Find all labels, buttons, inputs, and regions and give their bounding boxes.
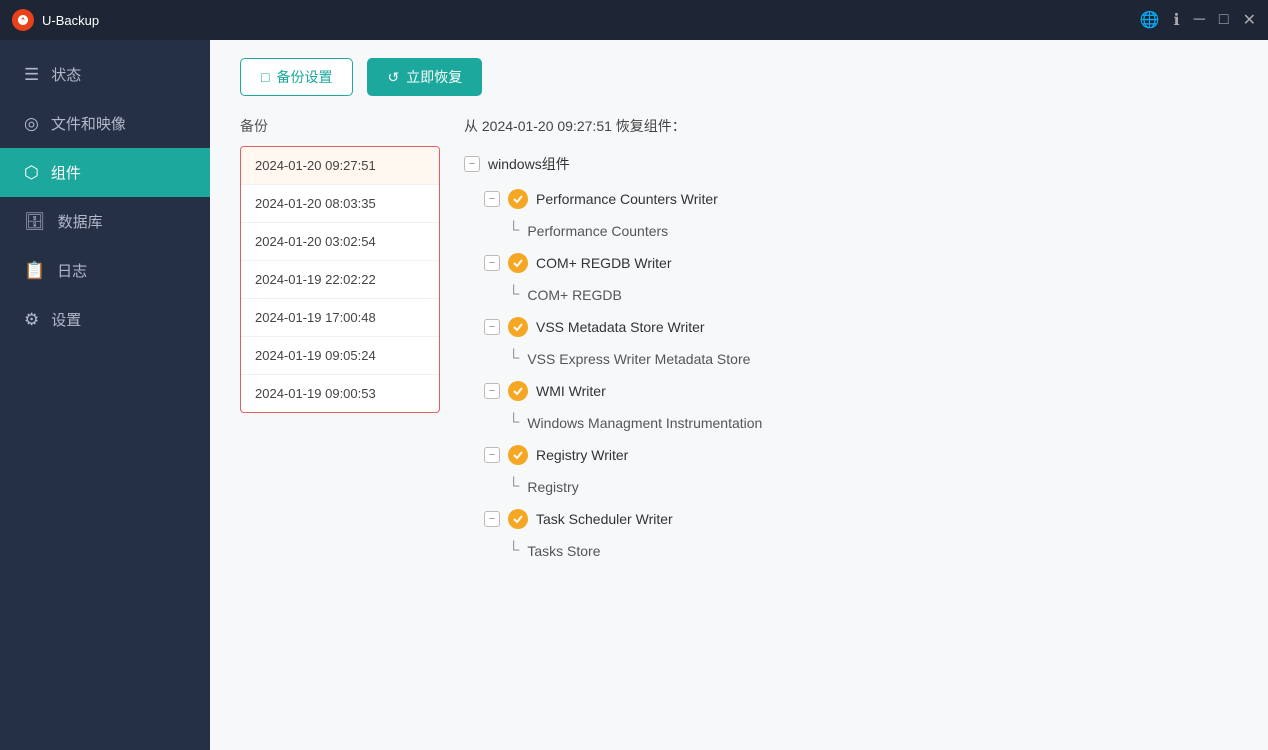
files-icon: ◎ (24, 114, 39, 134)
status-icon: ☰ (24, 65, 39, 85)
sidebar-label-logs: 日志 (57, 260, 87, 281)
l-connector-perf: └ (508, 223, 519, 239)
backup-list: 2024-01-20 09:27:51 2024-01-20 08:03:35 … (240, 146, 440, 413)
registry-label: Registry (527, 479, 578, 495)
wmi-label: Windows Managment Instrumentation (527, 415, 762, 431)
wmi-writer-label: WMI Writer (536, 383, 606, 399)
backup-item-6[interactable]: 2024-01-19 09:00:53 (241, 375, 439, 412)
wmi-writer-check (508, 381, 528, 401)
app-title: U-Backup (42, 13, 1140, 28)
l-connector-wmi: └ (508, 415, 519, 431)
sidebar: ☰ 状态 ◎ 文件和映像 ⬡ 组件 🗄 数据库 📋 日志 ⚙ 设置 (0, 40, 210, 750)
tree-item-perf-counters: └ Performance Counters (464, 216, 1238, 246)
tree-item-complus-writer: − COM+ REGDB Writer (464, 246, 1238, 280)
l-connector-tasks: └ (508, 543, 519, 559)
backup-item-5[interactable]: 2024-01-19 09:05:24 (241, 337, 439, 375)
sidebar-label-database: 数据库 (58, 211, 103, 232)
tree-item-task-writer: − Task Scheduler Writer (464, 502, 1238, 536)
component-pane-header: 从 2024-01-20 09:27:51 恢复组件： (464, 110, 1248, 146)
tree-item-registry-writer: − Registry Writer (464, 438, 1238, 472)
main-content: □ 备份设置 ↺ 立即恢复 备份 2024-01-20 09:27:51 202… (210, 40, 1268, 750)
sidebar-label-files: 文件和映像 (51, 113, 126, 134)
app-body: ☰ 状态 ◎ 文件和映像 ⬡ 组件 🗄 数据库 📋 日志 ⚙ 设置 □ (0, 40, 1268, 750)
window-controls: 🌐 ℹ ─ □ ✕ (1140, 10, 1256, 30)
maximize-icon[interactable]: □ (1219, 11, 1229, 29)
sidebar-item-database[interactable]: 🗄 数据库 (0, 197, 210, 246)
component-pane: 从 2024-01-20 09:27:51 恢复组件： − windows组件 … (440, 110, 1268, 750)
logs-icon: 📋 (24, 261, 45, 281)
collapse-complus-writer[interactable]: − (484, 255, 500, 271)
sidebar-label-settings: 设置 (51, 309, 81, 330)
l-connector-vss: └ (508, 351, 519, 367)
l-connector-complus: └ (508, 287, 519, 303)
database-icon: 🗄 (24, 212, 46, 232)
sidebar-item-logs[interactable]: 📋 日志 (0, 246, 210, 295)
task-writer-label: Task Scheduler Writer (536, 511, 673, 527)
backup-item-1[interactable]: 2024-01-20 08:03:35 (241, 185, 439, 223)
backup-pane: 备份 2024-01-20 09:27:51 2024-01-20 08:03:… (240, 110, 440, 750)
complus-writer-label: COM+ REGDB Writer (536, 255, 671, 271)
restore-icon: ↺ (387, 69, 399, 86)
tree-item-perf-writer: − Performance Counters Writer (464, 182, 1238, 216)
perf-writer-label: Performance Counters Writer (536, 191, 718, 207)
backup-pane-header: 备份 (240, 110, 440, 146)
backup-item-0[interactable]: 2024-01-20 09:27:51 (241, 147, 439, 185)
vss-writer-check (508, 317, 528, 337)
l-connector-registry: └ (508, 479, 519, 495)
complus-label: COM+ REGDB (527, 287, 622, 303)
collapse-registry-writer[interactable]: − (484, 447, 500, 463)
tree-item-vss-writer: − VSS Metadata Store Writer (464, 310, 1238, 344)
two-pane: 备份 2024-01-20 09:27:51 2024-01-20 08:03:… (210, 110, 1268, 750)
backup-item-3[interactable]: 2024-01-19 22:02:22 (241, 261, 439, 299)
vss-writer-label: VSS Metadata Store Writer (536, 319, 705, 335)
globe-icon[interactable]: 🌐 (1140, 10, 1160, 30)
close-icon[interactable]: ✕ (1243, 10, 1256, 30)
sidebar-label-status: 状态 (51, 64, 81, 85)
collapse-vss-writer[interactable]: − (484, 319, 500, 335)
perf-writer-check (508, 189, 528, 209)
sidebar-item-settings[interactable]: ⚙ 设置 (0, 295, 210, 344)
task-writer-check (508, 509, 528, 529)
restore-now-button[interactable]: ↺ 立即恢复 (367, 58, 482, 96)
registry-writer-label: Registry Writer (536, 447, 628, 463)
sidebar-label-components: 组件 (51, 162, 81, 183)
registry-writer-check (508, 445, 528, 465)
backup-item-2[interactable]: 2024-01-20 03:02:54 (241, 223, 439, 261)
sidebar-item-status[interactable]: ☰ 状态 (0, 50, 210, 99)
tree-item-complus: └ COM+ REGDB (464, 280, 1238, 310)
toolbar: □ 备份设置 ↺ 立即恢复 (210, 40, 1268, 110)
collapse-wmi-writer[interactable]: − (484, 383, 500, 399)
perf-counters-label: Performance Counters (527, 223, 668, 239)
component-list: − windows组件 − Performance Counters Write… (464, 146, 1248, 750)
tree-item-wmi-writer: − WMI Writer (464, 374, 1238, 408)
components-icon: ⬡ (24, 163, 39, 183)
collapse-windows[interactable]: − (464, 156, 480, 172)
backup-item-4[interactable]: 2024-01-19 17:00:48 (241, 299, 439, 337)
tree-item-tasks-store: └ Tasks Store (464, 536, 1238, 566)
sidebar-item-components[interactable]: ⬡ 组件 (0, 148, 210, 197)
collapse-perf-writer[interactable]: − (484, 191, 500, 207)
complus-writer-check (508, 253, 528, 273)
title-bar: U-Backup 🌐 ℹ ─ □ ✕ (0, 0, 1268, 40)
tasks-store-label: Tasks Store (527, 543, 600, 559)
settings-icon: ⚙ (24, 310, 39, 330)
collapse-task-writer[interactable]: − (484, 511, 500, 527)
tree-item-wmi: └ Windows Managment Instrumentation (464, 408, 1238, 438)
vss-metadata-label: VSS Express Writer Metadata Store (527, 351, 750, 367)
info-icon[interactable]: ℹ (1174, 10, 1180, 30)
backup-settings-icon: □ (261, 69, 269, 85)
tree-item-registry: └ Registry (464, 472, 1238, 502)
tree-item-windows: − windows组件 (464, 146, 1238, 182)
minimize-icon[interactable]: ─ (1194, 11, 1205, 29)
app-logo (12, 9, 34, 31)
windows-label: windows组件 (488, 154, 570, 174)
backup-settings-label: 备份设置 (276, 67, 332, 87)
restore-now-label: 立即恢复 (406, 67, 462, 87)
backup-settings-button[interactable]: □ 备份设置 (240, 58, 353, 96)
tree-item-vss-metadata: └ VSS Express Writer Metadata Store (464, 344, 1238, 374)
sidebar-item-files[interactable]: ◎ 文件和映像 (0, 99, 210, 148)
